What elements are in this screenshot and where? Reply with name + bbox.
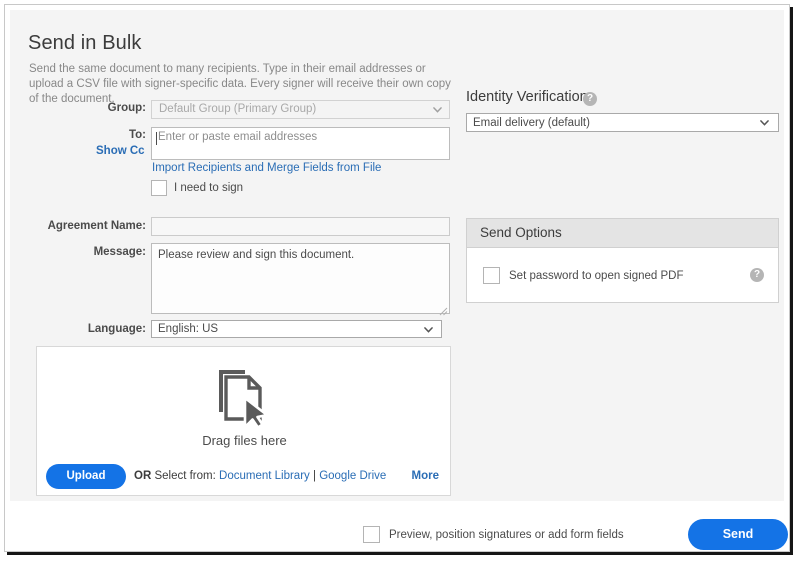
text-caret: [156, 132, 157, 145]
identity-verification-title: Identity Verification: [466, 89, 588, 105]
message-label: Message:: [51, 246, 146, 258]
help-icon[interactable]: ?: [750, 268, 764, 282]
identity-verification-value: Email delivery (default): [473, 117, 590, 129]
dropzone-text: Drag files here: [37, 433, 452, 448]
to-input[interactable]: Enter or paste email addresses: [151, 127, 450, 160]
send-options-panel: Send Options Set password to open signed…: [466, 218, 779, 303]
show-cc-link[interactable]: Show Cc: [96, 145, 145, 157]
identity-verification-select[interactable]: Email delivery (default): [466, 113, 779, 132]
page-title: Send in Bulk: [28, 32, 142, 55]
need-to-sign-label: I need to sign: [174, 182, 243, 194]
language-label: Language:: [51, 323, 146, 335]
send-options-title: Send Options: [480, 225, 562, 240]
select-from-label: Select from:: [154, 470, 215, 482]
footer-bar: Preview, position signatures or add form…: [10, 502, 784, 551]
set-password-label: Set password to open signed PDF: [509, 270, 684, 282]
to-input-placeholder: Enter or paste email addresses: [158, 131, 317, 143]
resize-handle-icon[interactable]: [439, 303, 448, 312]
select-from-row: OR Select from: Document Library | Googl…: [134, 470, 386, 482]
help-icon[interactable]: ?: [583, 92, 597, 106]
import-recipients-link[interactable]: Import Recipients and Merge Fields from …: [152, 162, 381, 174]
language-select[interactable]: English: US: [151, 320, 442, 338]
google-drive-link[interactable]: Google Drive: [319, 470, 386, 482]
need-to-sign-checkbox[interactable]: [151, 180, 167, 196]
message-textarea[interactable]: Please review and sign this document.: [151, 243, 450, 314]
group-select[interactable]: Default Group (Primary Group): [151, 100, 450, 119]
file-dropzone[interactable]: Drag files here Upload OR Select from: D…: [36, 346, 451, 496]
agreement-name-label: Agreement Name:: [30, 220, 146, 232]
group-label: Group:: [51, 102, 146, 114]
chevron-down-icon: [433, 107, 442, 113]
chevron-down-icon: [760, 120, 769, 126]
send-button[interactable]: Send: [688, 519, 788, 550]
to-label: To:: [51, 129, 146, 141]
or-label: OR: [134, 470, 151, 482]
preview-checkbox[interactable]: [363, 526, 380, 543]
more-link[interactable]: More: [412, 470, 439, 482]
chevron-down-icon: [424, 327, 433, 333]
upload-button[interactable]: Upload: [46, 464, 126, 489]
documents-drag-icon: [215, 365, 275, 427]
main-panel: Send in Bulk Send the same document to m…: [10, 10, 784, 501]
application-window: Send in Bulk Send the same document to m…: [4, 4, 790, 552]
language-select-value: English: US: [158, 323, 218, 335]
document-library-link[interactable]: Document Library: [219, 470, 310, 482]
preview-checkbox-label: Preview, position signatures or add form…: [389, 529, 624, 541]
agreement-name-input[interactable]: [151, 217, 450, 236]
set-password-checkbox[interactable]: [483, 267, 500, 284]
group-select-value: Default Group (Primary Group): [159, 103, 316, 115]
